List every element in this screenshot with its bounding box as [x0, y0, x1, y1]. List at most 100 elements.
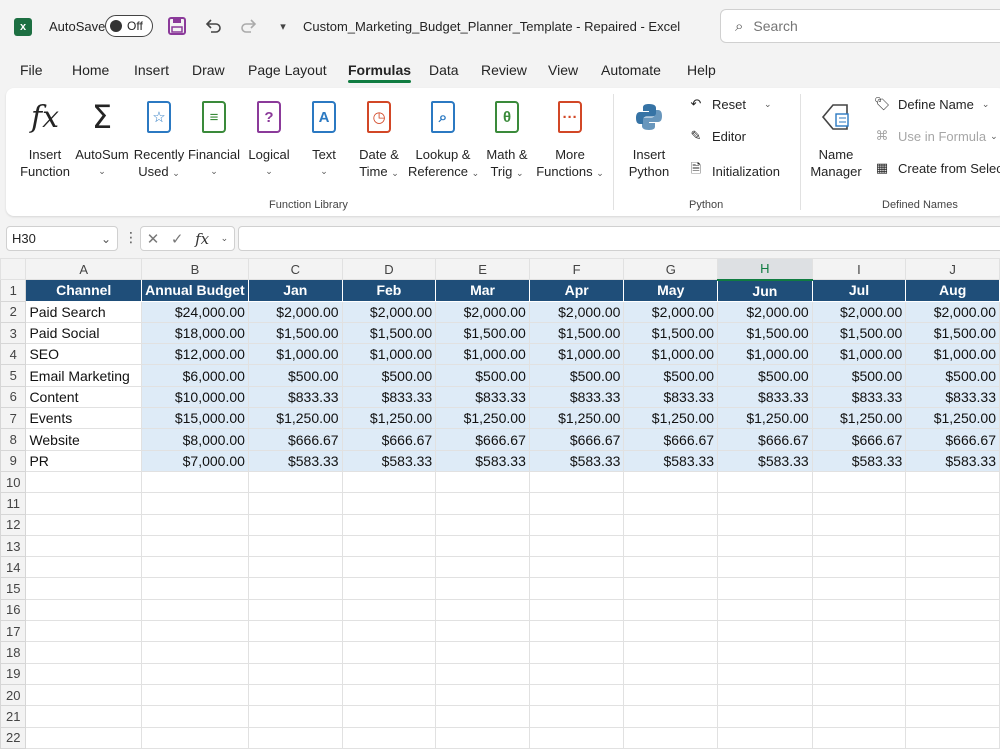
row-header[interactable]: 20: [0, 683, 27, 707]
budget-cell[interactable]: $2,000.00: [717, 300, 813, 323]
channel-cell[interactable]: Website: [25, 428, 142, 451]
empty-cell[interactable]: [25, 492, 142, 515]
budget-cell[interactable]: $1,000.00: [528, 343, 625, 366]
empty-cell[interactable]: [811, 705, 907, 728]
budget-cell[interactable]: $2,000.00: [623, 300, 719, 323]
budget-cell[interactable]: $1,000.00: [435, 343, 530, 366]
empty-cell[interactable]: [341, 513, 437, 536]
budget-cell[interactable]: $500.00: [247, 364, 343, 387]
budget-cell[interactable]: $583.33: [717, 449, 813, 472]
row-header[interactable]: 13: [0, 534, 27, 558]
empty-cell[interactable]: [25, 598, 142, 622]
budget-cell[interactable]: $1,250.00: [717, 407, 813, 430]
budget-cell[interactable]: $833.33: [341, 385, 437, 409]
budget-cell[interactable]: $1,250.00: [435, 407, 530, 430]
empty-cell[interactable]: [341, 556, 437, 579]
empty-cell[interactable]: [623, 534, 719, 558]
empty-cell[interactable]: [140, 556, 249, 579]
empty-cell[interactable]: [623, 726, 719, 749]
empty-cell[interactable]: [341, 683, 437, 707]
budget-cell[interactable]: $18,000.00: [140, 321, 249, 345]
empty-cell[interactable]: [528, 492, 625, 515]
empty-cell[interactable]: [247, 620, 343, 643]
empty-cell[interactable]: [811, 620, 907, 643]
create-from-selection-button[interactable]: ▦ Create from Selec: [872, 160, 1000, 176]
header-cell[interactable]: May: [623, 279, 719, 302]
empty-cell[interactable]: [341, 492, 437, 515]
search-input[interactable]: [753, 18, 954, 34]
row-header[interactable]: 21: [0, 705, 27, 728]
empty-cell[interactable]: [905, 662, 1000, 685]
tab-insert[interactable]: Insert: [134, 62, 169, 78]
budget-cell[interactable]: $833.33: [905, 385, 1000, 409]
channel-cell[interactable]: Content: [25, 385, 142, 409]
empty-cell[interactable]: [811, 470, 907, 494]
header-cell[interactable]: Jul: [811, 279, 907, 302]
empty-cell[interactable]: [140, 513, 249, 536]
empty-cell[interactable]: [435, 705, 530, 728]
empty-cell[interactable]: [435, 534, 530, 558]
define-name-button[interactable]: 🏷 Define Name ⌄: [872, 96, 990, 112]
channel-cell[interactable]: SEO: [25, 343, 142, 366]
empty-cell[interactable]: [341, 470, 437, 494]
row-header[interactable]: 10: [0, 470, 27, 494]
empty-cell[interactable]: [247, 705, 343, 728]
budget-cell[interactable]: $2,000.00: [528, 300, 625, 323]
empty-cell[interactable]: [25, 577, 142, 600]
budget-cell[interactable]: $1,250.00: [528, 407, 625, 430]
empty-cell[interactable]: [247, 470, 343, 494]
budget-cell[interactable]: $2,000.00: [905, 300, 1000, 323]
empty-cell[interactable]: [341, 534, 437, 558]
empty-cell[interactable]: [717, 534, 813, 558]
empty-cell[interactable]: [140, 620, 249, 643]
empty-cell[interactable]: [623, 556, 719, 579]
empty-cell[interactable]: [623, 577, 719, 600]
budget-cell[interactable]: $1,250.00: [623, 407, 719, 430]
empty-cell[interactable]: [247, 683, 343, 707]
empty-cell[interactable]: [717, 620, 813, 643]
empty-cell[interactable]: [905, 705, 1000, 728]
budget-cell[interactable]: $2,000.00: [247, 300, 343, 323]
empty-cell[interactable]: [528, 470, 625, 494]
empty-cell[interactable]: [623, 641, 719, 664]
empty-cell[interactable]: [341, 726, 437, 749]
header-cell[interactable]: Feb: [341, 279, 437, 302]
empty-cell[interactable]: [623, 662, 719, 685]
more-functions-button[interactable]: ··· More Functions ⌄: [534, 96, 606, 182]
empty-cell[interactable]: [140, 641, 249, 664]
budget-cell[interactable]: $1,000.00: [623, 343, 719, 366]
tab-file[interactable]: File: [20, 62, 43, 78]
empty-cell[interactable]: [905, 598, 1000, 622]
empty-cell[interactable]: [811, 598, 907, 622]
budget-cell[interactable]: $583.33: [435, 449, 530, 472]
name-manager-button[interactable]: Name Manager: [808, 96, 864, 180]
empty-cell[interactable]: [811, 534, 907, 558]
row-header[interactable]: 3: [0, 321, 27, 345]
column-header-b[interactable]: B: [140, 258, 249, 281]
row-header[interactable]: 16: [0, 598, 27, 622]
column-header-h[interactable]: H: [717, 258, 813, 281]
channel-cell[interactable]: Paid Social: [25, 321, 142, 345]
math-trig-button[interactable]: θ Math & Trig ⌄: [482, 96, 532, 182]
budget-cell[interactable]: $15,000.00: [140, 407, 249, 430]
empty-cell[interactable]: [528, 513, 625, 536]
channel-cell[interactable]: Events: [25, 407, 142, 430]
recently-used-button[interactable]: ☆ Recently Used ⌄: [132, 96, 186, 182]
budget-cell[interactable]: $666.67: [341, 428, 437, 451]
header-cell[interactable]: Mar: [435, 279, 530, 302]
tab-automate[interactable]: Automate: [601, 62, 661, 78]
empty-cell[interactable]: [25, 641, 142, 664]
chevron-down-icon[interactable]: ⌄: [221, 233, 229, 244]
empty-cell[interactable]: [25, 513, 142, 536]
worksheet-grid[interactable]: ABCDEFGHIJ 1 Channel Annual Budget Jan Feb Ma…: [0, 258, 1000, 749]
budget-cell[interactable]: $1,250.00: [811, 407, 907, 430]
channel-cell[interactable]: Paid Search: [25, 300, 142, 323]
empty-cell[interactable]: [528, 662, 625, 685]
empty-cell[interactable]: [528, 641, 625, 664]
empty-cell[interactable]: [811, 577, 907, 600]
empty-cell[interactable]: [435, 556, 530, 579]
row-header[interactable]: 18: [0, 641, 27, 664]
empty-cell[interactable]: [905, 726, 1000, 749]
budget-cell[interactable]: $833.33: [717, 385, 813, 409]
budget-cell[interactable]: $1,000.00: [717, 343, 813, 366]
